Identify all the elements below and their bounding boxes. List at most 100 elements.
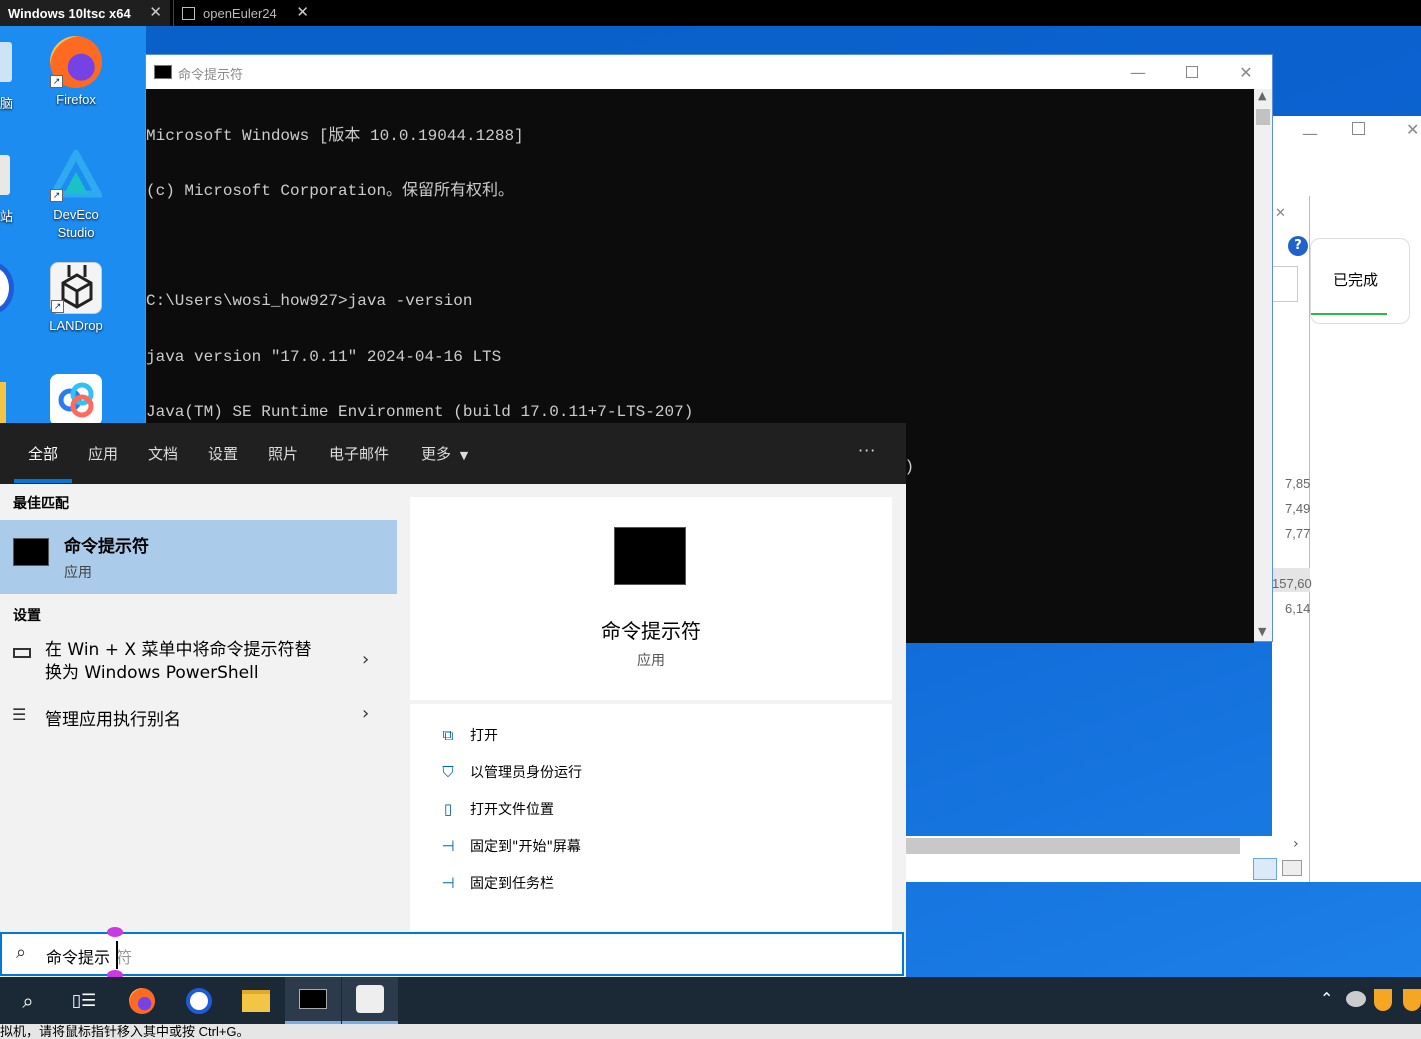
value-text: 6,14 — [1285, 601, 1311, 616]
action-label: 以管理员身份运行 — [470, 765, 582, 781]
monitor-icon — [13, 648, 31, 658]
minimize-button[interactable]: — — [1111, 55, 1165, 89]
desktop-icon-landrop[interactable]: ↗ LANDrop — [40, 262, 112, 333]
value-text: 7,85 — [1285, 476, 1311, 491]
cmd-icon — [13, 538, 49, 566]
taskbar-cmd[interactable] — [285, 977, 341, 1024]
progress-bar — [1311, 313, 1387, 315]
taskbar-browser[interactable] — [171, 977, 227, 1024]
desktop-icon-firefox[interactable]: ↗ Firefox — [40, 36, 112, 107]
tab-more[interactable]: 更多 ▼ — [421, 443, 468, 464]
tab-documents[interactable]: 文档 — [148, 443, 178, 464]
tab-email[interactable]: 电子邮件 — [329, 443, 389, 464]
action-open-file-location[interactable]: ▯ 打开文件位置 — [438, 798, 554, 820]
background-dialog: ✕ ? 7,85 7,49 7,77 157,60 6,14 — [1272, 196, 1312, 882]
taskbar: ⌕ ▯☰ ⌃ — [0, 977, 1421, 1024]
recycle-bin-icon[interactable] — [0, 155, 10, 195]
chevron-right-icon: › — [362, 703, 370, 724]
desktop-label-partial: 脑 — [0, 96, 14, 111]
input-field[interactable] — [1272, 266, 1298, 302]
netdisk-icon — [50, 374, 102, 426]
tab-apps[interactable]: 应用 — [88, 443, 118, 464]
taskbar-file-explorer[interactable] — [228, 977, 284, 1024]
close-icon[interactable]: ✕ — [149, 3, 162, 21]
action-open[interactable]: ⧉ 打开 — [438, 724, 498, 746]
preview-subtitle: 应用 — [637, 653, 665, 669]
close-icon[interactable]: ✕ — [1406, 120, 1419, 139]
vertical-scrollbar[interactable]: ▲ ▼ — [1254, 89, 1272, 641]
maximize-button[interactable] — [1165, 55, 1219, 89]
console-line: (c) Microsoft Corporation。保留所有权利。 — [146, 182, 515, 201]
action-pin-to-taskbar[interactable]: ⊣ 固定到任务栏 — [438, 872, 554, 894]
preview-view-icon[interactable] — [1282, 860, 1302, 876]
close-button[interactable]: ✕ — [1219, 55, 1273, 89]
browser-icon — [186, 987, 212, 1014]
pin-icon: ⊣ — [441, 837, 455, 855]
firefox-icon — [129, 987, 155, 1014]
close-icon[interactable]: ✕ — [1275, 206, 1286, 221]
cmd-icon — [154, 65, 172, 79]
task-view-button[interactable]: ▯☰ — [56, 977, 112, 1024]
landrop-icon: ↗ — [50, 262, 102, 314]
settings-item-winx[interactable]: 在 Win + X 菜单中将命令提示符替 换为 Windows PowerShe… — [0, 637, 397, 691]
minimize-icon[interactable]: — — [1302, 124, 1318, 143]
task-view-icon: ▯☰ — [71, 990, 97, 1011]
vm-status-bar: 拟机，请将鼠标指针移入其中或按 Ctrl+G。 — [0, 1024, 1421, 1039]
minimize-icon: — — [1130, 62, 1146, 82]
taskbar-firefox[interactable] — [114, 977, 170, 1024]
vm-tab-windows10[interactable]: Windows 10ltsc x64 ✕ — [0, 0, 170, 26]
search-filter-tabs: 全部 应用 文档 设置 照片 电子邮件 更多 ▼ ··· — [0, 423, 906, 484]
result-title: 命令提示符 — [64, 537, 149, 557]
action-label: 固定到任务栏 — [470, 876, 554, 892]
folder-icon: ▯ — [443, 800, 453, 818]
action-run-as-admin[interactable]: ⛉ 以管理员身份运行 — [438, 761, 582, 783]
computer-icon[interactable] — [0, 42, 12, 82]
action-label: 固定到"开始"屏幕 — [470, 839, 581, 855]
maximize-icon[interactable] — [1352, 122, 1365, 135]
vm-tab-label: openEuler24 — [203, 5, 277, 21]
tab-photos[interactable]: 照片 — [268, 443, 298, 464]
search-box[interactable]: ⌕ 命令提示 符 — [0, 932, 904, 976]
preview-title: 命令提示符 — [601, 619, 701, 643]
chevron-down-icon[interactable]: ▼ — [1258, 625, 1266, 638]
desktop-icon-deveco[interactable]: ↗ DevEco Studio — [40, 146, 112, 242]
scrollbar-thumb[interactable] — [1256, 109, 1270, 125]
selection-handle-top[interactable] — [107, 927, 123, 937]
help-icon[interactable]: ? — [1288, 236, 1308, 256]
action-label: 打开 — [470, 728, 498, 744]
actions-card: ⧉ 打开 ⛉ 以管理员身份运行 ▯ 打开文件位置 ⊣ 固定到"开始"屏幕 ⊣ 固定到任务栏 — [410, 704, 892, 931]
more-options-icon[interactable]: ··· — [858, 441, 876, 460]
maximize-icon — [1186, 66, 1198, 78]
folder-icon — [242, 989, 270, 1012]
shield-icon[interactable] — [1374, 989, 1392, 1011]
chevron-right-icon[interactable]: › — [1293, 836, 1299, 852]
tab-all[interactable]: 全部 — [28, 443, 58, 464]
console-line: Microsoft Windows [版本 10.0.19044.1288] — [146, 126, 524, 145]
shortcut-arrow-icon: ↗ — [50, 75, 63, 88]
vm-icon — [182, 6, 195, 20]
pin-icon: ⊣ — [441, 874, 455, 892]
chevron-up-icon[interactable]: ▲ — [1258, 89, 1266, 102]
search-button[interactable]: ⌕ — [0, 977, 56, 1024]
best-match-item[interactable]: 命令提示符 应用 — [0, 520, 397, 594]
cmd-titlebar[interactable]: 命令提示符 — ✕ — [146, 55, 1272, 89]
taskbar-landrop[interactable] — [342, 977, 398, 1024]
action-pin-to-start[interactable]: ⊣ 固定到"开始"屏幕 — [438, 835, 581, 857]
vm-tab-openeuler[interactable]: openEuler24 ✕ — [173, 0, 317, 26]
close-icon[interactable]: ✕ — [296, 3, 309, 21]
chevron-up-icon[interactable]: ⌃ — [1320, 989, 1333, 1008]
background-scrollarea: › — [905, 836, 1308, 882]
network-icon[interactable] — [1346, 991, 1366, 1007]
details-view-icon[interactable] — [1253, 858, 1277, 880]
active-tab-indicator — [14, 479, 72, 483]
deveco-icon: ↗ — [48, 146, 104, 202]
desktop-icon-baidu-netdisk[interactable] — [40, 374, 112, 430]
console-line: java version "17.0.11" 2024-04-16 LTS — [146, 347, 502, 366]
tab-settings[interactable]: 设置 — [208, 443, 238, 464]
settings-item-aliases[interactable]: ☰ 管理应用执行别名 › — [0, 703, 397, 733]
folder-icon[interactable] — [0, 382, 6, 424]
value-text: 7,77 — [1285, 526, 1311, 541]
shield-icon[interactable] — [1403, 989, 1421, 1011]
horizontal-scrollbar-thumb[interactable] — [905, 838, 1240, 854]
